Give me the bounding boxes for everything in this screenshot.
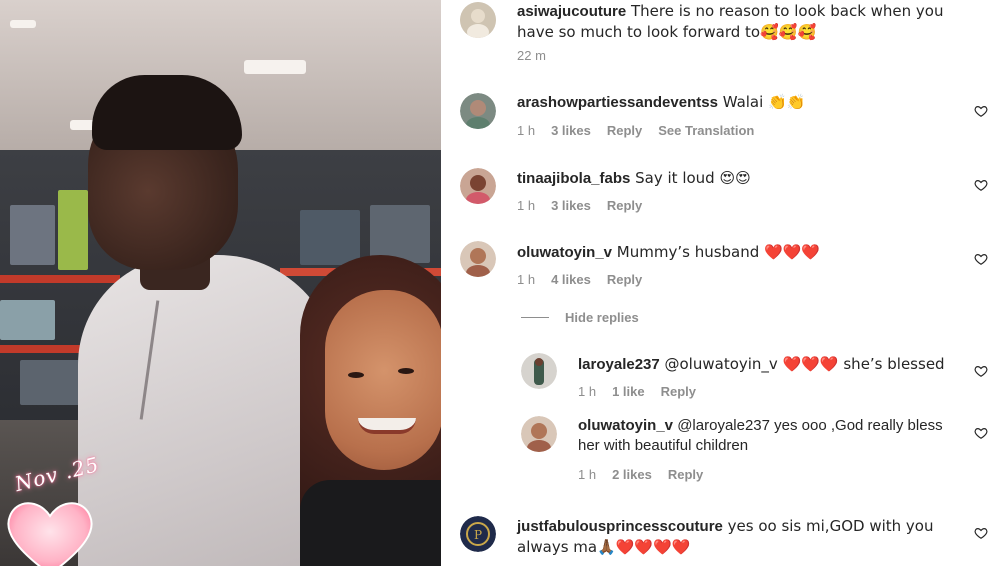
comment-meta: 1 h 3 likes Reply [517, 198, 642, 213]
avatar-image [521, 416, 557, 452]
woman-dress [300, 480, 441, 566]
comment-body: Mummy’s husband ❤️❤️❤️ [612, 243, 821, 261]
reply-text: oluwatoyin_v @laroyale237 yes ooo ,God r… [578, 416, 958, 456]
avatar-image [460, 168, 496, 204]
shelf-product [10, 205, 55, 265]
reply-button[interactable]: Reply [607, 123, 642, 138]
comment-username[interactable]: tinaajibola_fabs [517, 170, 630, 187]
hide-replies-label: Hide replies [565, 310, 639, 325]
shelf-product [58, 190, 88, 270]
reply-body: @oluwatoyin_v ❤️❤️❤️ she’s blessed [659, 355, 945, 373]
comment-username[interactable]: oluwatoyin_v [517, 244, 612, 261]
avatar[interactable] [460, 241, 496, 277]
comment-time[interactable]: 1 h [517, 123, 535, 138]
comment-time[interactable]: 1 h [517, 198, 535, 213]
person-hoodie [78, 255, 338, 566]
avatar[interactable] [521, 416, 557, 452]
comment-likes[interactable]: 4 likes [551, 272, 591, 287]
heart-icon[interactable] [974, 364, 988, 378]
comment-body: Walai 👏👏 [717, 93, 806, 111]
comment-likes[interactable]: 3 likes [551, 198, 591, 213]
ceiling-light [10, 20, 36, 28]
heart-sticker-icon [7, 502, 93, 566]
reply-meta: 1 h 1 like Reply [578, 384, 696, 399]
comment-username[interactable]: justfabulousprincesscouture [517, 518, 723, 535]
comment-likes[interactable]: 3 likes [551, 123, 591, 138]
avatar-image [460, 241, 496, 277]
ceiling-light [244, 60, 306, 74]
shelf-edge [0, 275, 120, 283]
comment-text: tinaajibola_fabs Say it loud 😍😍 [517, 168, 957, 189]
comment-time[interactable]: 22 m [517, 48, 546, 63]
comment-text: oluwatoyin_v Mummy’s husband ❤️❤️❤️ [517, 242, 957, 263]
heart-icon[interactable] [974, 426, 988, 440]
woman-face [325, 290, 441, 470]
divider-line [521, 317, 549, 318]
reply-button[interactable]: Reply [668, 467, 703, 482]
avatar[interactable] [460, 168, 496, 204]
comment-body: Say it loud 😍😍 [630, 169, 751, 187]
svg-text:P: P [474, 528, 482, 542]
woman-smile [358, 418, 416, 434]
see-translation-button[interactable]: See Translation [658, 123, 754, 138]
heart-icon[interactable] [974, 526, 988, 540]
reply-button[interactable]: Reply [661, 384, 696, 399]
comment-text: asiwajucouture There is no reason to loo… [517, 1, 967, 43]
comment-meta: 1 h 4 likes Reply [517, 272, 642, 287]
reply-button[interactable]: Reply [607, 198, 642, 213]
comment-text: justfabulousprincesscouture yes oo sis m… [517, 516, 957, 558]
reply-likes[interactable]: 2 likes [612, 467, 652, 482]
comment-username[interactable]: arashowpartiessandeventss [517, 94, 718, 111]
shelf-product [0, 300, 55, 340]
avatar[interactable]: P [460, 516, 496, 552]
heart-icon[interactable] [974, 178, 988, 192]
avatar-image [460, 93, 496, 129]
comment-text: arashowpartiessandeventss Walai 👏👏 [517, 92, 957, 113]
avatar[interactable] [460, 93, 496, 129]
reply-username[interactable]: laroyale237 [578, 356, 660, 373]
shelf-product [20, 360, 80, 405]
comment-meta: 1 h 3 likes Reply See Translation [517, 123, 754, 138]
reply-username[interactable]: oluwatoyin_v [578, 417, 673, 434]
woman-eye [398, 368, 414, 374]
reply-time[interactable]: 1 h [578, 384, 596, 399]
reply-button[interactable]: Reply [607, 272, 642, 287]
reply-meta: 1 h 2 likes Reply [578, 467, 703, 482]
avatar-image: P [460, 516, 496, 552]
shelf-product [300, 210, 360, 265]
reply-text: laroyale237 @oluwatoyin_v ❤️❤️❤️ she’s b… [578, 354, 968, 375]
avatar-image [460, 2, 496, 38]
avatar[interactable] [460, 2, 496, 38]
avatar-image [521, 353, 557, 389]
avatar[interactable] [521, 353, 557, 389]
heart-icon[interactable] [974, 252, 988, 266]
heart-icon[interactable] [974, 104, 988, 118]
comment-username[interactable]: asiwajucouture [517, 3, 626, 20]
reply-time[interactable]: 1 h [578, 467, 596, 482]
woman-eye [348, 372, 364, 378]
comment-time[interactable]: 1 h [517, 272, 535, 287]
reply-likes[interactable]: 1 like [612, 384, 645, 399]
post-photo[interactable]: Nov .25 [0, 0, 441, 566]
comments-panel[interactable]: asiwajucouture There is no reason to loo… [441, 0, 995, 566]
hide-replies-button[interactable]: Hide replies [521, 310, 639, 325]
comment-meta: 22 m [517, 48, 546, 63]
